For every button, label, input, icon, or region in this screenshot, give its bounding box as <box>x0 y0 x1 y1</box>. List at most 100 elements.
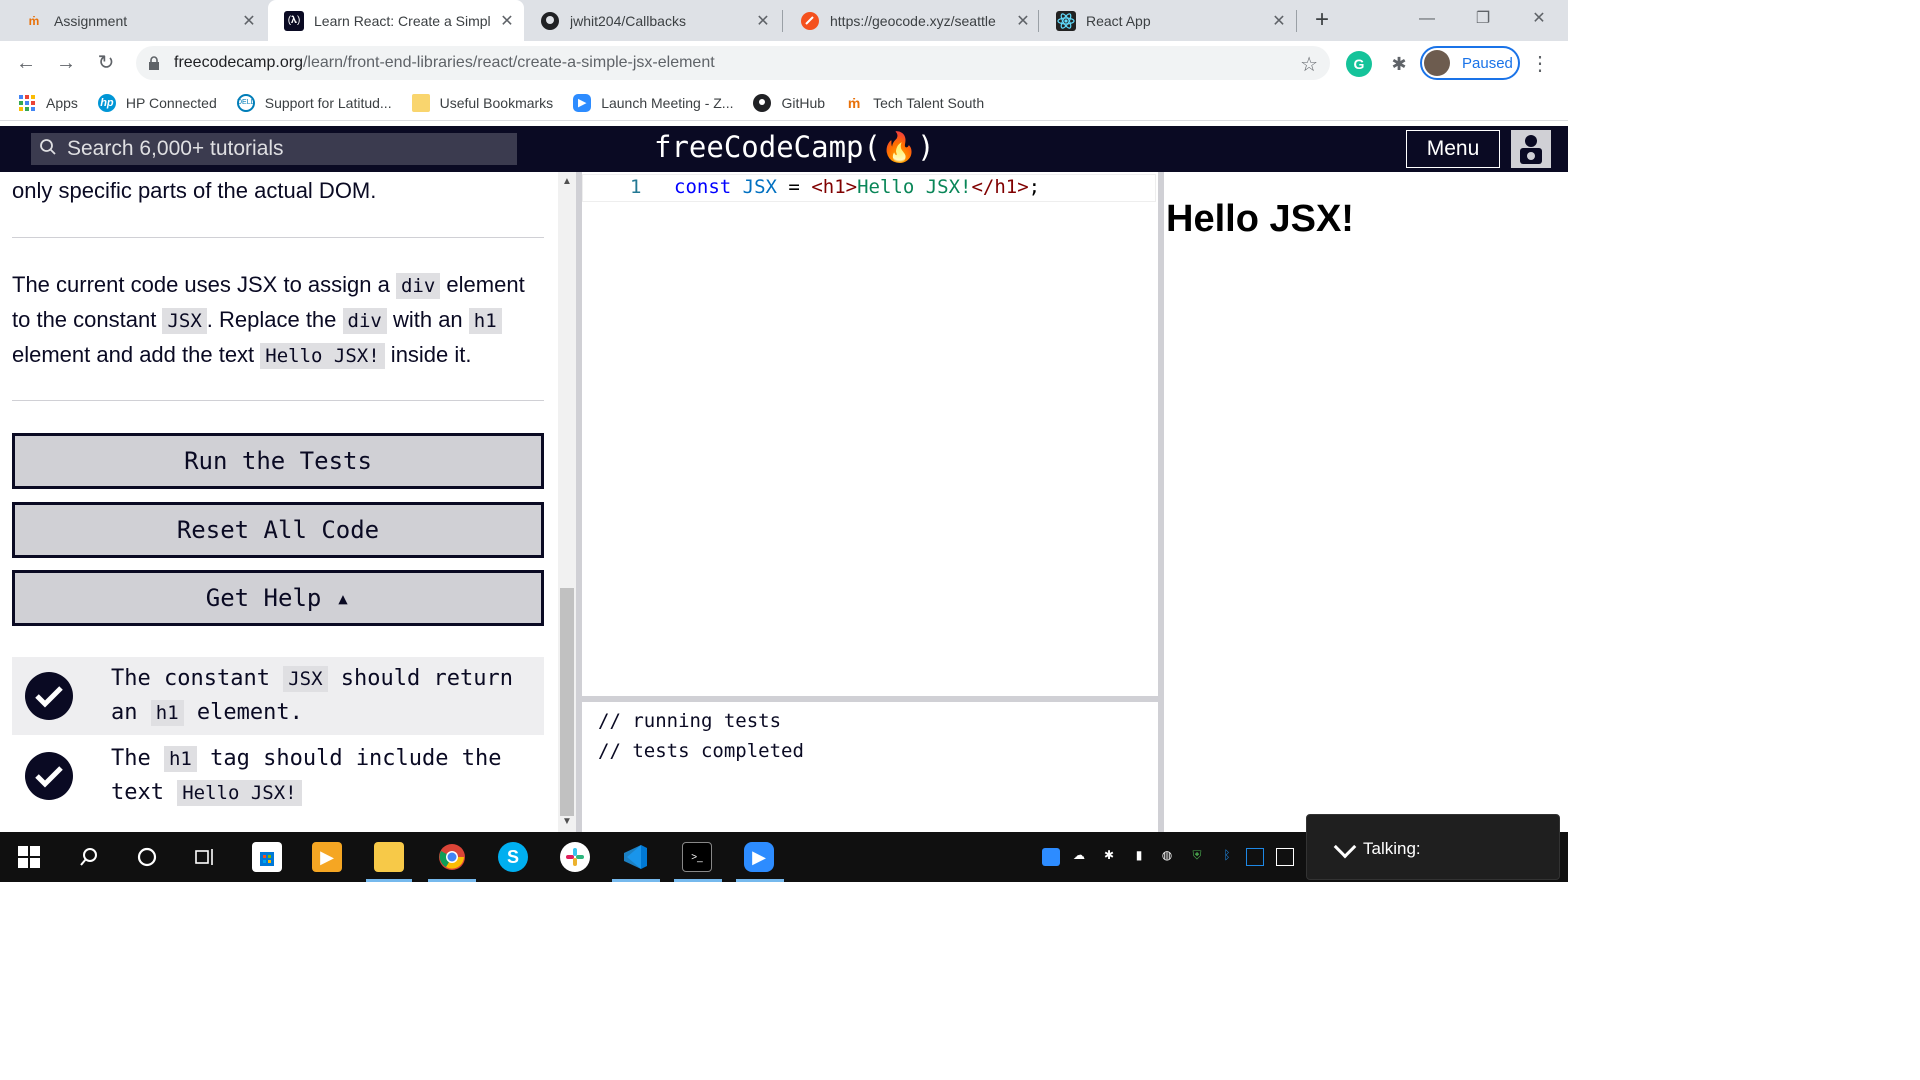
store-icon[interactable] <box>252 842 282 872</box>
lock-icon <box>148 56 162 70</box>
bookmark-star-icon[interactable]: ☆ <box>1300 52 1318 77</box>
chevron-down-icon[interactable] <box>1333 835 1357 859</box>
bookmark-apps[interactable]: Apps <box>18 94 78 112</box>
fcc-logo[interactable]: freeCodeCamp(🔥) <box>654 130 935 165</box>
tab-separator <box>1038 10 1039 32</box>
bluetooth-icon[interactable]: ᛒ <box>1218 848 1236 866</box>
bookmark-label: GitHub <box>781 94 826 111</box>
dell-icon: DELL <box>236 93 255 112</box>
geocode-icon <box>800 11 820 31</box>
search-box[interactable] <box>31 133 517 165</box>
bookmark-hp-connected[interactable]: hp HP Connected <box>97 93 217 112</box>
tab-learn-react[interactable]: (𝛌) Learn React: Create a Simpl ✕ <box>268 0 524 41</box>
fcc-icon: (𝛌) <box>284 10 304 31</box>
inline-code: JSX <box>162 308 207 334</box>
profile-button[interactable]: Paused <box>1420 46 1520 80</box>
scroll-up-icon[interactable]: ▲ <box>562 176 572 187</box>
vscode-icon[interactable] <box>620 842 650 872</box>
new-tab-button[interactable]: + <box>1308 6 1336 34</box>
tab-react-app[interactable]: React App ✕ <box>1040 0 1296 41</box>
tab-title: Learn React: Create a Simpl <box>314 12 491 29</box>
restore-icon[interactable]: ❐ <box>1460 6 1506 32</box>
close-tab-icon[interactable]: ✕ <box>1268 11 1290 31</box>
security-shield-icon[interactable]: ⛨ <box>1188 848 1206 866</box>
cortana-icon[interactable] <box>132 842 162 872</box>
scroll-down-icon[interactable]: ▼ <box>562 816 572 827</box>
talking-label: Talking: <box>1363 839 1421 858</box>
menu-button[interactable]: Menu <box>1406 130 1500 168</box>
tab-assignment[interactable]: ṁ Assignment ✕ <box>8 0 266 41</box>
bookmark-launch-meeting[interactable]: ▶ Launch Meeting - Z... <box>573 93 733 112</box>
slack-icon[interactable] <box>560 842 590 872</box>
zoom-icon[interactable]: ▶ <box>744 842 774 872</box>
test-result-item: The h1 tag should include the text Hello… <box>12 737 544 815</box>
bookmark-github[interactable]: GitHub <box>753 93 826 112</box>
chrome-icon[interactable] <box>437 842 467 872</box>
network-icon[interactable]: ◍ <box>1158 848 1176 866</box>
bookmark-support-latitude[interactable]: DELL Support for Latitud... <box>236 93 392 112</box>
zoom-talking-indicator[interactable]: Talking: <box>1306 814 1560 880</box>
run-tests-button[interactable]: Run the Tests <box>12 433 544 489</box>
reset-code-button[interactable]: Reset All Code <box>12 502 544 558</box>
tab-github-callbacks[interactable]: jwhit204/Callbacks ✕ <box>524 0 780 41</box>
extensions-puzzle-icon[interactable]: ✱ <box>1386 51 1412 77</box>
more-menu-icon[interactable]: ⋮ <box>1530 51 1550 76</box>
tab-title: Assignment <box>54 12 128 29</box>
grammarly-icon[interactable]: G <box>1346 51 1372 77</box>
browser-toolbar: ← → ↻ freecodecamp.org/learn/front-end-l… <box>0 41 1568 85</box>
reload-icon[interactable]: ↻ <box>92 49 120 77</box>
file-explorer-icon[interactable] <box>374 842 404 872</box>
onedrive-icon[interactable]: ☁ <box>1070 848 1088 866</box>
zoom-tray-icon[interactable] <box>1042 848 1060 866</box>
video-editor-icon[interactable]: ▶ <box>312 842 342 872</box>
tab-separator <box>782 10 783 32</box>
tab-title: jwhit204/Callbacks <box>570 12 686 29</box>
divider <box>12 400 544 401</box>
test-text: The constant JSX should return an h1 ele… <box>111 666 513 726</box>
preview-pane: Hello JSX! <box>1164 172 1568 832</box>
skype-icon[interactable]: S <box>498 842 528 872</box>
code-line[interactable]: const JSX = <h1>Hello JSX!</h1>; <box>674 176 1040 198</box>
github-icon <box>753 93 772 112</box>
line-number: 1 <box>630 176 642 198</box>
scrollbar-thumb[interactable] <box>560 588 574 816</box>
slack-tray-icon[interactable]: ✱ <box>1100 848 1118 866</box>
display-icon[interactable] <box>1246 848 1264 866</box>
test-result-item: The constant JSX should return an h1 ele… <box>12 657 544 735</box>
bookmark-useful-bookmarks[interactable]: Useful Bookmarks <box>411 93 553 112</box>
search-input[interactable] <box>67 137 507 161</box>
get-help-button[interactable]: Get Help ▴ <box>12 570 544 626</box>
monitor-icon[interactable] <box>1276 848 1294 866</box>
close-tab-icon[interactable]: ✕ <box>1012 11 1034 31</box>
bookmark-label: HP Connected <box>125 94 217 111</box>
back-arrow-icon[interactable]: ← <box>12 49 40 77</box>
instructions-scrollbar[interactable]: ▲ ▼ <box>558 172 576 832</box>
tab-geocode[interactable]: https://geocode.xyz/seattle ✕ <box>784 0 1040 41</box>
microphone-icon[interactable]: ▮ <box>1130 848 1148 866</box>
tts-icon: ṁ <box>847 94 861 111</box>
windows-start-icon[interactable] <box>14 842 44 872</box>
user-avatar[interactable] <box>1511 130 1551 168</box>
forward-arrow-icon[interactable]: → <box>52 49 80 77</box>
active-indicator <box>428 879 476 882</box>
terminal-icon[interactable]: >_ <box>682 842 712 872</box>
tab-title: React App <box>1086 12 1151 29</box>
bookmark-tech-talent-south[interactable]: ṁ Tech Talent South <box>845 94 984 112</box>
close-tab-icon[interactable]: ✕ <box>496 11 518 31</box>
minimize-icon[interactable]: — <box>1404 6 1450 32</box>
close-tab-icon[interactable]: ✕ <box>752 11 774 31</box>
address-bar[interactable]: freecodecamp.org/learn/front-end-librari… <box>136 46 1330 80</box>
search-icon[interactable] <box>74 842 104 872</box>
bookmark-label: Support for Latitud... <box>264 94 392 111</box>
close-tab-icon[interactable]: ✕ <box>238 11 260 31</box>
active-indicator <box>674 879 722 882</box>
inline-code: div <box>395 273 441 299</box>
task-view-icon[interactable] <box>190 842 220 872</box>
tab-separator <box>1296 10 1297 32</box>
test-console: // running tests // tests completed <box>582 702 1158 832</box>
inline-code: div <box>342 308 387 334</box>
code-editor[interactable]: 1 const JSX = <h1>Hello JSX!</h1>; <box>582 172 1158 696</box>
close-window-icon[interactable]: ✕ <box>1516 6 1562 32</box>
bookmark-label: Tech Talent South <box>873 94 985 111</box>
folder-icon <box>411 93 430 112</box>
